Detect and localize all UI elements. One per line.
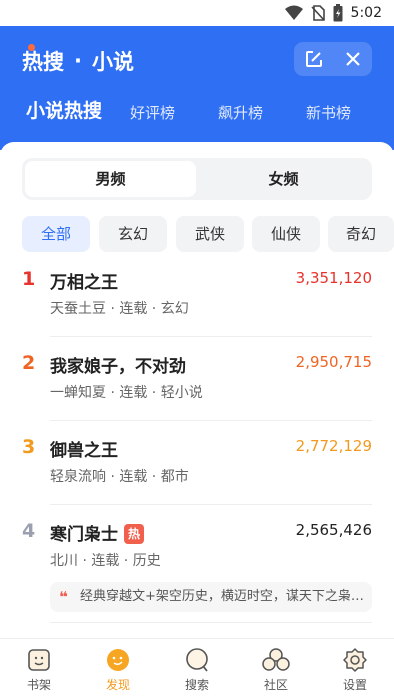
edit-button[interactable] — [297, 42, 331, 76]
book-meta: 轻泉流响 · 连载 · 都市 — [50, 469, 189, 485]
quote-text: 经典穿越文+架空历史，横迈时空，谋天下之枭士... — [80, 589, 372, 604]
tab-rated[interactable]: 好评榜 — [130, 100, 175, 126]
gender-male-option[interactable]: 男频 — [25, 161, 196, 197]
gender-switch: 男频 女频 — [22, 158, 372, 200]
book-title: 我家娘子，不对劲 — [50, 357, 186, 377]
brand-label: 热搜 — [22, 50, 64, 74]
genre-chip-xuanhuan[interactable]: 玄幻 — [99, 216, 167, 252]
book-title: 御兽之王 — [50, 441, 118, 461]
rank-number: 1 — [22, 268, 36, 290]
nav-label: 书架 — [26, 678, 51, 692]
nav-label: 搜索 — [184, 678, 209, 692]
header: 热搜 · 小说 小说热搜 好评榜 飙升榜 新书榜 — [0, 26, 394, 150]
book-title: 万相之王 — [50, 273, 118, 293]
header-actions — [294, 42, 372, 76]
heat-count: 2,950,715 — [295, 353, 372, 371]
logo-spark-icon — [28, 44, 35, 51]
rank-number: 2 — [22, 352, 36, 374]
book-quote: ❝ 经典穿越文+架空历史，横迈时空，谋天下之枭士... — [50, 582, 372, 612]
row-divider — [50, 504, 372, 505]
nav-search[interactable]: 搜索 — [167, 647, 227, 693]
nav-label: 发现 — [105, 678, 130, 692]
heat-count: 2,772,129 — [295, 437, 372, 455]
close-icon — [345, 52, 360, 66]
battery-icon — [333, 4, 343, 22]
status-bar: 5:02 — [0, 0, 394, 26]
row-divider — [50, 622, 372, 623]
tab-rising[interactable]: 飙升榜 — [218, 100, 263, 126]
nav-label: 设置 — [342, 678, 367, 692]
close-button[interactable] — [336, 42, 370, 76]
nav-discover[interactable]: 发现 — [88, 647, 148, 693]
genre-chip-wuxia[interactable]: 武侠 — [176, 216, 244, 252]
bottom-nav: 书架 发现 搜索 社区 设置 — [0, 638, 394, 700]
bookshelf-icon — [28, 649, 50, 671]
tab-new[interactable]: 新书榜 — [306, 100, 351, 126]
app-logo: 热搜 · 小说 — [22, 44, 134, 76]
nav-community[interactable]: 社区 — [246, 647, 306, 693]
genre-chip-all[interactable]: 全部 — [22, 216, 90, 252]
status-time: 5:02 — [350, 5, 382, 21]
content-sheet: 男频 女频 全部 玄幻 武侠 仙侠 奇幻 1 万相之王 天蚕土豆 · 连载 · … — [0, 142, 394, 638]
wifi-icon — [284, 5, 303, 20]
status-icons: 5:02 — [284, 4, 382, 22]
book-meta: 一蝉知夏 · 连载 · 轻小说 — [50, 385, 203, 401]
rank-number: 4 — [22, 520, 36, 542]
genre-chip-xianxia[interactable]: 仙侠 — [252, 216, 320, 252]
rank-number: 3 — [22, 436, 36, 458]
book-title: 寒门枭士热 — [50, 520, 144, 545]
row-divider — [50, 420, 372, 421]
genre-chips: 全部 玄幻 武侠 仙侠 奇幻 — [22, 216, 394, 252]
gear-icon — [343, 648, 367, 672]
search-icon — [186, 648, 208, 672]
quote-icon: ❝ — [59, 588, 68, 606]
heat-count: 3,351,120 — [295, 269, 372, 287]
discover-icon — [107, 649, 129, 671]
book-meta: 北川 · 连载 · 历史 — [50, 553, 161, 569]
row-divider — [50, 336, 372, 337]
tab-hot[interactable]: 小说热搜 — [26, 98, 102, 124]
hot-badge: 热 — [124, 524, 144, 544]
nav-label: 社区 — [263, 678, 288, 692]
genre-chip-qihuan[interactable]: 奇幻 — [328, 216, 394, 252]
no-sim-icon — [310, 5, 325, 21]
section-label: 小说 — [91, 50, 134, 74]
ranking-tabs: 小说热搜 好评榜 飙升榜 新书榜 — [0, 100, 394, 140]
nav-settings[interactable]: 设置 — [325, 647, 385, 693]
brand-separator: · — [74, 49, 82, 73]
heat-count: 2,565,426 — [295, 521, 372, 539]
nav-bookshelf[interactable]: 书架 — [9, 647, 69, 693]
book-title-text: 寒门枭士 — [50, 525, 118, 545]
edit-icon — [305, 51, 322, 67]
gender-female-option[interactable]: 女频 — [198, 161, 369, 197]
book-meta: 天蚕土豆 · 连载 · 玄幻 — [50, 301, 189, 317]
community-icon — [262, 648, 290, 671]
